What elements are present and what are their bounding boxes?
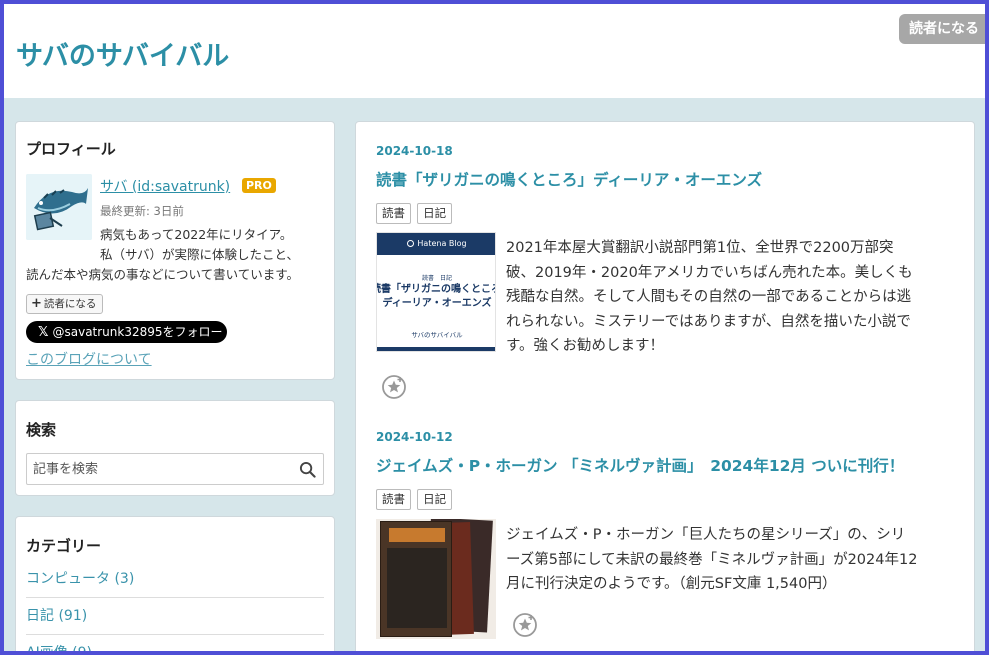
thumb-brand: Hatena Blog: [417, 239, 467, 248]
search-module: 検索: [15, 400, 335, 496]
entry-item: 2024-10-12 ジェイムズ・P・ホーガン 「ミネルヴァ計画」 2024年1…: [376, 430, 966, 639]
blog-title-link[interactable]: サバのサバイバル: [16, 34, 229, 73]
entry-excerpt: ジェイムズ・P・ホーガン「巨人たちの星シリーズ」の、シリ ーズ第5部にして未訳の…: [506, 523, 956, 597]
excerpt-line: ジェイムズ・P・ホーガン「巨人たちの星シリーズ」の、シリ: [506, 527, 906, 543]
category-item[interactable]: AI画像 (9): [26, 635, 324, 655]
entry-date[interactable]: 2024-10-12: [376, 430, 966, 444]
thumb-header: Hatena Blog: [377, 233, 495, 255]
category-name: AI画像: [26, 645, 68, 655]
category-section-title: カテゴリー: [26, 537, 102, 555]
tag-link[interactable]: 読書: [376, 489, 411, 510]
category-count: (9): [72, 645, 93, 655]
tag-link[interactable]: 日記: [417, 489, 453, 510]
category-count: (91): [58, 608, 88, 624]
excerpt-line: 月に刊行決定のようです。（創元SF文庫 1,540円）: [506, 576, 837, 592]
excerpt-line: 2021年本屋大賞翻訳小説部門第1位、全世界で2200万部突: [506, 240, 894, 256]
about-blog-link[interactable]: このブログについて: [26, 349, 152, 369]
subscribe-label: 読者になる: [43, 298, 97, 310]
blog-header: サバのサバイバル 読者になる: [4, 4, 989, 98]
last-updated: 最終更新: 3日前: [100, 204, 184, 218]
entry-tags: 読書 日記: [376, 202, 966, 224]
x-logo-icon: 𝕏: [38, 325, 49, 340]
thumb-bottom-bar: [377, 347, 495, 351]
hatena-logo-icon: [407, 240, 415, 247]
tag-link[interactable]: 読書: [376, 203, 411, 224]
category-name: コンピュータ: [26, 571, 110, 587]
search-box: [26, 453, 324, 485]
profile-module: プロフィール サバ (id:savatrunk) PRO 最終更新: 3日前 病…: [15, 121, 335, 380]
mackerel-avatar-icon: [26, 174, 92, 240]
thumb-footer: サバのサバイバル: [411, 331, 463, 339]
search-icon[interactable]: [299, 461, 316, 478]
profile-name-link[interactable]: サバ (id:savatrunk): [100, 176, 230, 196]
thumb-title: 読書「ザリガニの鳴くところ」 ディーリア・オーエンズ: [376, 283, 495, 311]
excerpt-line: す。強くお勧めします！: [506, 338, 665, 354]
excerpt-line: 残酷な自然。そして人間もその自然の一部であることからは逃: [506, 289, 912, 305]
entry-list: 2024-10-18 読書「ザリガニの鳴くところ」ディーリア・オーエンズ 読書 …: [355, 121, 975, 655]
follow-label: @savatrunk32895をフォロー: [52, 325, 223, 339]
entry-item: 2024-10-18 読書「ザリガニの鳴くところ」ディーリア・オーエンズ 読書 …: [376, 144, 966, 399]
profile-description: 読んだ本や病気の事などについて書いています。: [26, 267, 300, 282]
subscribe-button-top[interactable]: 読者になる: [899, 14, 989, 44]
category-list: コンピュータ (3) 日記 (91) AI画像 (9): [26, 561, 324, 655]
entry-title-link[interactable]: 読書「ザリガニの鳴くところ」ディーリア・オーエンズ: [376, 168, 966, 190]
entry-thumbnail[interactable]: [376, 519, 496, 639]
pro-badge: PRO: [242, 178, 276, 193]
book-title-bar: [389, 528, 445, 542]
profile-section-title: プロフィール: [26, 140, 116, 158]
profile-description: 私（サバ）が実際に体験したこと、: [100, 247, 300, 262]
plus-icon: +: [31, 296, 42, 311]
excerpt-line: 破、2019年・2020年アメリカでいちばん売れた本。美しくも: [506, 264, 913, 281]
entry-date[interactable]: 2024-10-18: [376, 144, 966, 158]
subscribe-button[interactable]: + 読者になる: [26, 294, 104, 314]
thumb-title-line: 読書「ザリガニの鳴くところ」: [376, 284, 495, 295]
search-input[interactable]: [27, 454, 287, 484]
x-follow-button[interactable]: 𝕏 @savatrunk32895をフォロー: [26, 321, 227, 343]
search-section-title: 検索: [26, 421, 57, 439]
category-count: (3): [114, 571, 135, 587]
category-item[interactable]: コンピュータ (3): [26, 561, 324, 598]
entry-title-link[interactable]: ジェイムズ・P・ホーガン 「ミネルヴァ計画」 2024年12月 ついに刊行！: [376, 454, 966, 476]
thumb-title-line: ディーリア・オーエンズ: [382, 298, 492, 309]
tag-link[interactable]: 日記: [417, 203, 453, 224]
entry-thumbnail[interactable]: Hatena Blog 読書 日記 読書「ザリガニの鳴くところ」 ディーリア・オ…: [376, 232, 496, 352]
entry-excerpt: 2021年本屋大賞翻訳小説部門第1位、全世界で2200万部突 破、2019年・2…: [506, 236, 956, 359]
category-item[interactable]: 日記 (91): [26, 598, 324, 635]
profile-description: 病気もあって2022年にリタイア。: [100, 227, 293, 242]
excerpt-line: れられない。ミステリーではありますが、自然を描いた小説で: [506, 313, 911, 330]
add-star-icon[interactable]: [381, 374, 407, 400]
add-star-icon[interactable]: [512, 612, 538, 638]
category-name: 日記: [26, 608, 54, 624]
excerpt-line: ーズ第5部にして未訳の最終巻「ミネルヴァ計画」が2024年12: [506, 551, 918, 568]
thumb-tag: 読書: [421, 275, 434, 282]
thumb-tags: 読書 日記: [377, 273, 495, 282]
book-cover: [380, 521, 452, 637]
thumb-tag: 日記: [440, 275, 453, 282]
avatar[interactable]: [26, 174, 92, 240]
book-art: [387, 548, 447, 628]
entry-tags: 読書 日記: [376, 488, 966, 510]
category-module: カテゴリー コンピュータ (3) 日記 (91) AI画像 (9): [15, 516, 335, 655]
